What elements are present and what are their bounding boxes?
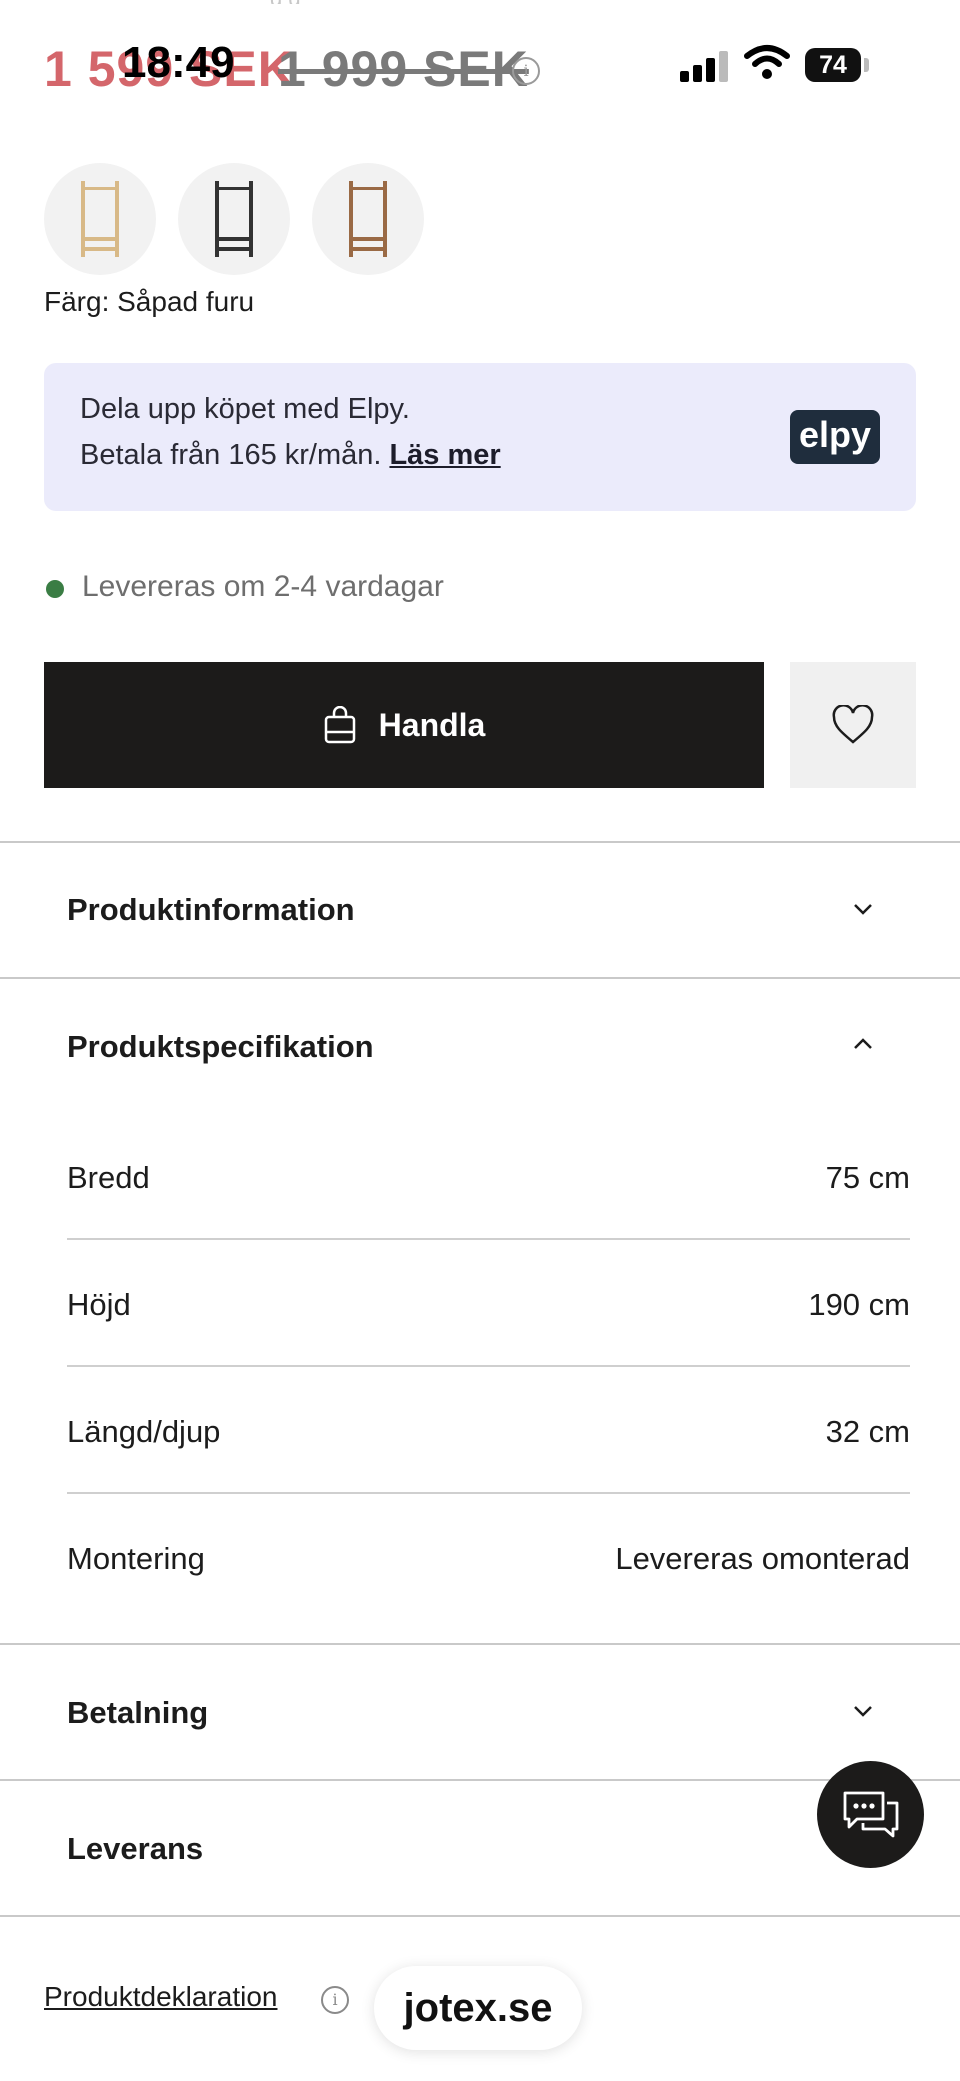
spec-label: Längd/djup [67,1414,221,1449]
status-time: 18:49 [122,38,235,87]
divider [0,1643,960,1645]
scrolled-header-text: g g [270,0,600,4]
swatch-svart[interactable] [178,163,290,275]
info-icon[interactable]: i [321,1986,349,2014]
chevron-up-icon[interactable] [852,1033,874,1055]
spec-value: 190 cm [808,1287,910,1322]
original-price: 1 999 SEK [278,41,529,97]
battery-icon: 74 [805,48,861,82]
product-declaration-link[interactable]: Produktdeklaration [44,1981,277,2013]
buy-button[interactable]: Handla [44,662,764,788]
elpy-financing-box: Dela upp köpet med Elpy. Betala från 165… [44,363,916,511]
wifi-icon [744,45,790,79]
spec-value: 75 cm [825,1160,910,1195]
chat-button[interactable] [817,1761,924,1868]
battery-tip [864,58,869,72]
divider [0,1915,960,1917]
accordion-payment[interactable]: Betalning [67,1695,208,1731]
shelf-brown-icon [349,181,387,257]
read-more-link[interactable]: Läs mer [389,439,500,471]
elpy-line-1: Dela upp köpet med Elpy. [80,393,410,425]
divider [0,841,960,843]
favorite-button[interactable] [790,662,916,788]
spec-divider [67,1238,910,1240]
chevron-down-icon[interactable] [852,898,874,920]
elpy-price-text: Betala från 165 kr/mån. [80,439,382,471]
spec-label: Höjd [67,1287,131,1322]
elpy-logo: elpy [790,410,880,464]
swatch-brun[interactable] [312,163,424,275]
chevron-down-icon[interactable] [852,1700,874,1722]
elpy-line-2: Betala från 165 kr/mån. Läs mer [80,439,501,472]
spec-value: Levereras omonterad [615,1541,910,1576]
delivery-time: Levereras om 2-4 vardagar [82,570,444,603]
swatch-sapad-furu[interactable] [44,163,156,275]
shopping-bag-icon [324,706,355,744]
color-label: Färg: Såpad furu [44,286,255,317]
chat-icon [843,1791,898,1837]
heart-icon [832,705,874,744]
shelf-black-icon [215,181,253,257]
stock-status-dot [46,580,64,598]
spec-label: Montering [67,1541,205,1576]
accordion-shipping[interactable]: Leverans [67,1831,203,1867]
spec-divider [67,1365,910,1367]
accordion-product-info[interactable]: Produktinformation [67,892,355,928]
accordion-product-spec[interactable]: Produktspecifikation [67,1029,374,1065]
divider [0,1779,960,1781]
spec-label: Bredd [67,1160,150,1195]
url-pill[interactable]: jotex.se [374,1966,582,2050]
buy-button-label: Handla [378,706,486,743]
divider [0,977,960,979]
spec-value: 32 cm [825,1414,910,1449]
shelf-natural-icon [81,181,119,257]
info-icon[interactable]: i [512,57,540,85]
spec-divider [67,1492,910,1494]
signal-icon [680,50,730,82]
